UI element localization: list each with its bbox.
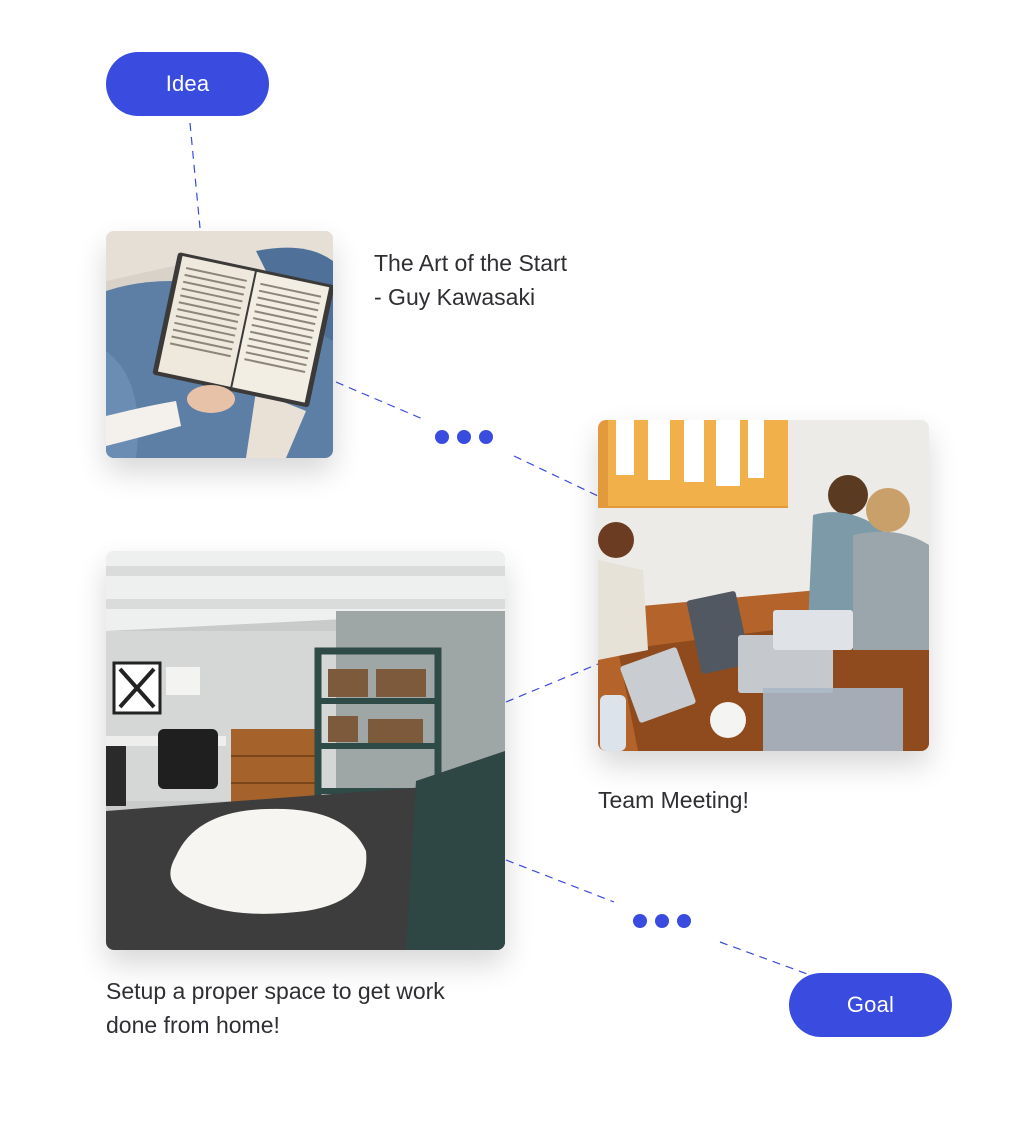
book-photo[interactable] [106,231,333,458]
connector-office-to-dots [505,859,615,903]
progress-dots-top [435,430,493,444]
dot [457,430,471,444]
home-office-caption: Setup a proper space to get work done fr… [106,974,445,1042]
book-caption: The Art of the Start - Guy Kawasaki [374,246,567,314]
home-office-photo[interactable] [106,551,505,950]
dot [479,430,493,444]
dot [677,914,691,928]
idea-pill[interactable]: Idea [106,52,269,116]
progress-dots-bottom [633,914,691,928]
dot [655,914,669,928]
home-office-caption-line-2: done from home! [106,1012,280,1038]
connector-office-to-meeting [505,663,599,703]
goal-pill[interactable]: Goal [789,973,952,1037]
book-reading-image [106,231,333,458]
home-office-image [106,551,505,950]
goal-pill-label: Goal [846,992,895,1017]
home-office-caption-line-1: Setup a proper space to get work [106,978,445,1004]
team-meeting-caption-line-1: Team Meeting! [598,787,749,813]
book-caption-line-1: The Art of the Start [374,250,568,276]
connector-dots-to-meeting [513,455,599,497]
team-meeting-photo[interactable] [598,420,929,751]
dot [633,914,647,928]
connector-book-to-dots [335,381,426,421]
connector-dots-to-goal [719,941,811,976]
idea-pill-label: Idea [165,71,210,96]
book-caption-line-2: - Guy Kawasaki [374,284,536,310]
team-meeting-image [598,420,929,751]
connector-idea-to-book [189,122,201,229]
team-meeting-caption: Team Meeting! [598,783,749,817]
dot [435,430,449,444]
